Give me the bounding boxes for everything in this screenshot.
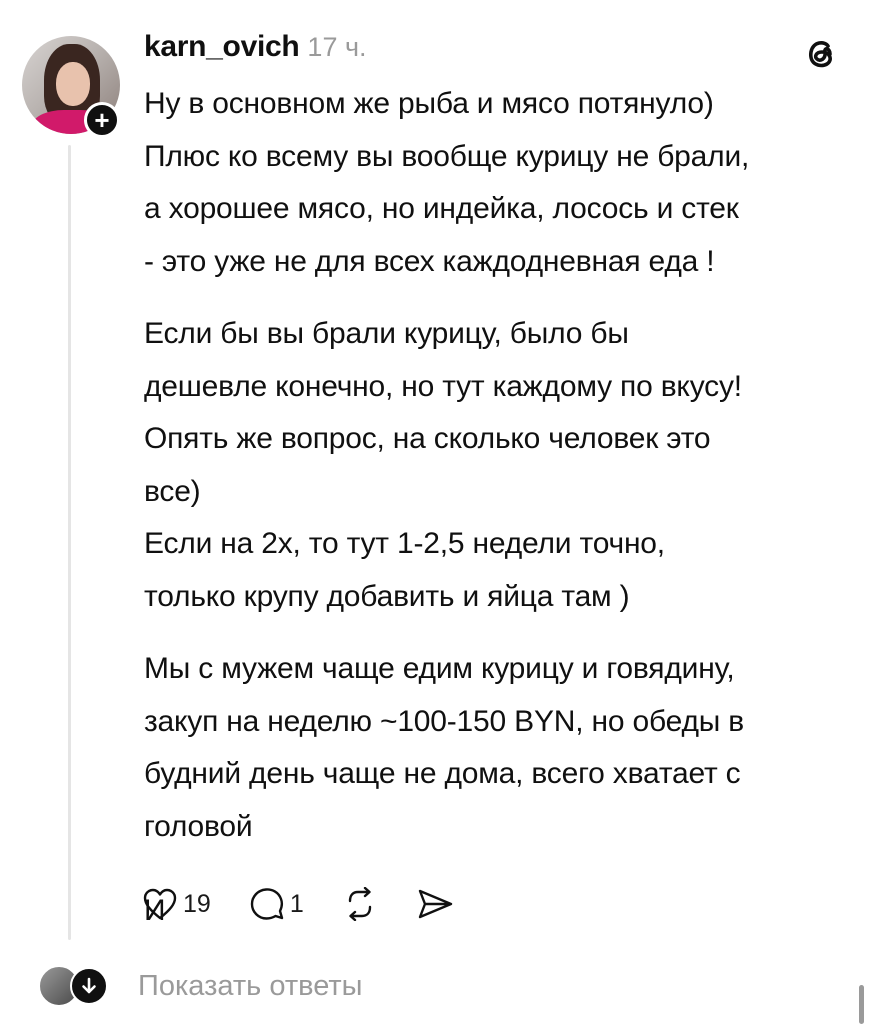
- arrow-down-icon: [70, 967, 108, 1005]
- like-button[interactable]: 19: [142, 887, 211, 921]
- text-line: головой: [144, 809, 253, 843]
- post-paragraph: Если бы вы брали курицу, было бы дешевле…: [144, 308, 860, 623]
- text-line: а хорошее мясо, но индейка, лосось и сте…: [144, 192, 739, 225]
- text-line: Плюс ко всему вы вообще курицу не брали,: [144, 139, 750, 173]
- avatar-face: [56, 62, 90, 106]
- heart-icon: [143, 888, 177, 920]
- threads-logo-icon[interactable]: [800, 34, 840, 74]
- text-line: Если бы вы брали курицу, было бы: [144, 317, 629, 350]
- text-line: Если на 2х, то тут 1-2,5 недели точно,: [144, 527, 665, 560]
- comment-count: 1: [289, 889, 304, 918]
- follow-plus-icon[interactable]: +: [84, 102, 120, 138]
- share-button[interactable]: [416, 887, 454, 921]
- text-line: закуп на неделю ~100-150 BYN, но обеды в: [144, 704, 744, 738]
- repost-icon: [348, 887, 371, 921]
- text-line: Мы с мужем чаще едим курицу и говядину,: [144, 652, 735, 685]
- text-line: дешевле конечно, но тут каждому по вкусу…: [144, 369, 742, 403]
- post-paragraph: Ну в основном же рыба и мясо потянуло) П…: [144, 78, 860, 288]
- text-line: - это уже не для всех каждодневная еда !: [144, 244, 715, 278]
- text-line: Опять же вопрос, на сколько человек это: [144, 422, 711, 455]
- comment-icon: [250, 888, 284, 920]
- show-replies-row[interactable]: Показать ответы: [38, 963, 362, 1009]
- thread-line: [68, 145, 71, 940]
- send-icon: [418, 889, 452, 919]
- text-line: Ну в основном же рыба и мясо потянуло): [144, 87, 714, 120]
- text-line: все): [144, 474, 201, 508]
- post-paragraph: Мы с мужем чаще едим курицу и говядину, …: [144, 643, 860, 853]
- scrollbar[interactable]: [859, 985, 864, 1024]
- show-replies-link[interactable]: Показать ответы: [138, 970, 362, 1003]
- repost-button[interactable]: [342, 887, 378, 921]
- text-line: будний день чаще не дома, всего хватает …: [144, 757, 741, 790]
- username[interactable]: karn_ovich: [144, 30, 300, 64]
- text-line: только крупу добавить и яйца там ): [144, 579, 630, 613]
- post-time: 17 ч.: [307, 32, 367, 62]
- comment-button[interactable]: 1: [249, 886, 304, 922]
- post-body: Ну в основном же рыба и мясо потянуло) П…: [144, 78, 860, 938]
- post-header: karn_ovich 17 ч.: [144, 30, 367, 70]
- post-actions: 19 1: [142, 882, 492, 926]
- like-count: 19: [183, 889, 211, 918]
